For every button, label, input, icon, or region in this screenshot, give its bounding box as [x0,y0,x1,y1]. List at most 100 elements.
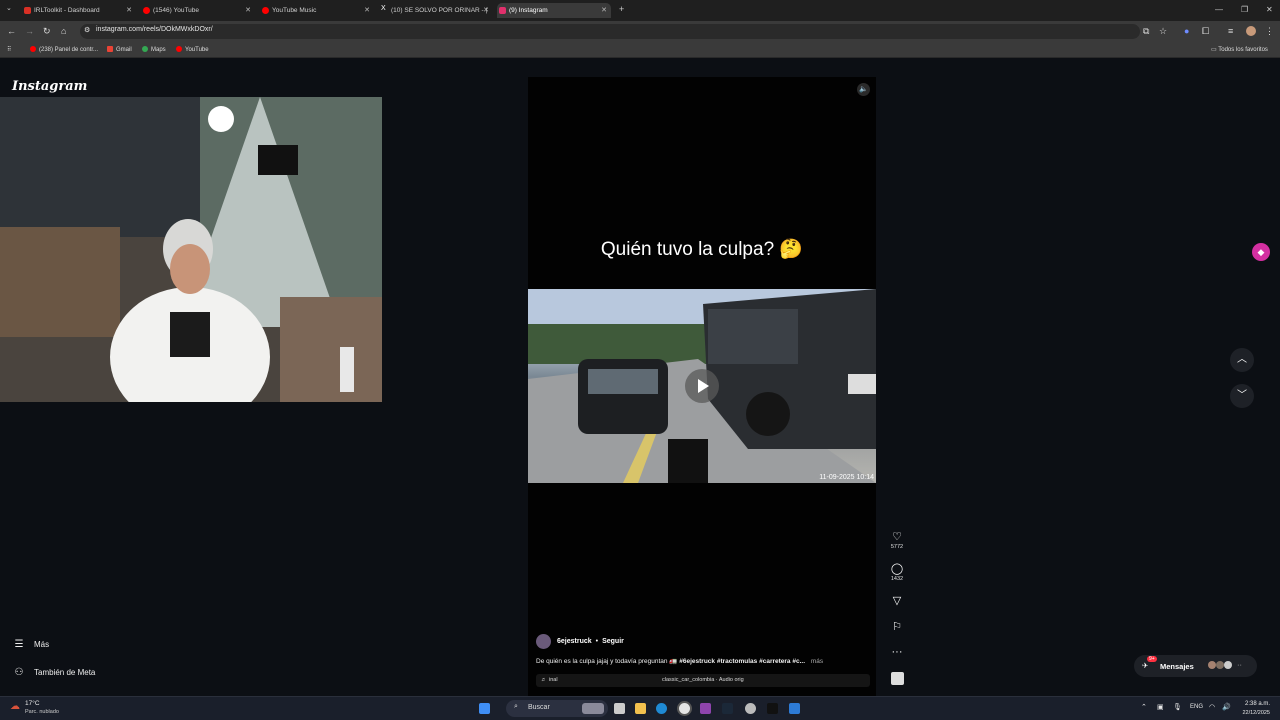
reload-icon[interactable]: ↻ [43,26,51,37]
weather-temp[interactable]: 17°C [25,700,40,707]
clock-time[interactable]: 2:38 a.m. [1238,701,1270,707]
volume-icon[interactable]: 🔊 [1222,703,1231,711]
reel-player[interactable]: 🔈 Quién tuvo la culpa? 🤔 11-09-2025 10:1… [528,77,876,696]
extension-icon[interactable]: ● [1184,26,1189,36]
mute-button[interactable]: 🔈 [857,83,870,96]
instagram-page: Instagram ☰ Más ⚇ También de Meta 🔈 Quié… [0,58,1280,696]
tab-search-icon[interactable]: ⌄ [6,4,12,12]
tab-instagram[interactable]: (9) Instagram ✕ [497,3,611,18]
avatar[interactable] [536,634,551,649]
cast-icon[interactable]: ⧉ [1143,26,1149,37]
weather-icon[interactable]: ☁ [10,701,20,712]
close-icon[interactable]: ✕ [601,6,607,14]
window-close-icon[interactable]: ✕ [1266,5,1273,14]
url-text[interactable]: instagram.com/reels/DOkMWxkDOxr/ [96,26,213,33]
chevron-up-icon[interactable]: ⌃ [1141,703,1147,711]
task-view-icon[interactable] [614,703,625,714]
audio-cover-icon [890,672,904,685]
tab-irltoolkit[interactable]: IRLToolkit - Dashboard ✕ [22,3,136,18]
play-button[interactable] [685,369,719,403]
weather-desc[interactable]: Parc. nublado [25,709,59,715]
comment-button[interactable]: ◯ 1432 [884,562,910,582]
edge-icon[interactable] [656,703,667,714]
file-explorer-icon[interactable] [635,703,646,714]
tab-title: (9) Instagram [509,7,548,14]
app-icon[interactable] [700,703,711,714]
close-icon[interactable]: ✕ [364,6,370,14]
share-button[interactable]: ▽ [884,594,910,607]
more-link[interactable]: más [811,658,823,665]
bookmark-icon: ⚐ [892,621,902,633]
extensions-puzzle-icon[interactable]: ⧠ [1202,26,1209,37]
search-label: Buscar [528,704,550,711]
like-button[interactable]: ♡ 5772 [884,530,910,550]
site-info-icon[interactable]: ⚙ [84,26,90,34]
tab-title: IRLToolkit - Dashboard [34,7,100,14]
next-reel-button[interactable]: ﹀ [1230,384,1254,408]
new-tab-button[interactable]: + [619,4,624,14]
bookmark-youtube[interactable]: YouTube [176,46,209,53]
steam-icon[interactable] [722,703,733,714]
options-button[interactable]: ··· [884,646,910,658]
instagram-logo[interactable]: Instagram [12,79,87,94]
follow-button[interactable]: Seguir [602,638,624,645]
hashtags[interactable]: #6ejestruck #tractomulas #carretera #c..… [679,658,805,665]
more-menu[interactable]: ☰ Más [12,639,50,650]
reel-video[interactable]: 11-09-2025 10:14 [528,289,876,483]
youtube-favicon-icon [143,7,150,14]
comment-count: 1432 [890,576,904,582]
also-from-meta[interactable]: ⚇ También de Meta [12,667,96,678]
search-highlight-icon [582,703,604,714]
close-icon[interactable]: ✕ [245,6,251,14]
tab-title: (10) SE SOLVO POR ORINAR - | [391,7,488,14]
chrome-icon[interactable] [679,703,690,714]
media-icon[interactable]: ≡ [1228,26,1233,36]
more-horizontal-icon: ·· [1237,660,1242,669]
forward-icon[interactable]: → [25,26,34,36]
youtube-icon [30,46,36,52]
speaker-icon: 🔈 [859,86,868,93]
microphone-icon[interactable]: 🎙 [1173,703,1182,711]
tab-youtube[interactable]: (1546) YouTube ✕ [141,3,255,18]
close-icon[interactable]: ✕ [126,6,132,14]
start-icon[interactable] [479,703,490,714]
wifi-icon[interactable]: ◠ [1209,703,1215,711]
hamburger-icon: ☰ [14,639,24,650]
back-icon[interactable]: ← [7,26,16,36]
bookmark-gmail[interactable]: Gmail [107,46,132,53]
previous-reel-button[interactable]: ︿ [1230,348,1254,372]
all-favorites[interactable]: ▭ Todos los favoritos [1211,46,1268,53]
tab-x[interactable]: X (10) SE SOLVO POR ORINAR - | ✕ [379,3,493,18]
url-bar[interactable]: ⚙ instagram.com/reels/DOkMWxkDOxr/ [80,24,1140,39]
audio-bar[interactable]: ♬ inal classic_car_colombia · Audio orig [536,674,870,687]
home-icon[interactable]: ⌂ [61,26,66,36]
language-indicator[interactable]: ENG [1190,704,1203,710]
restore-icon[interactable]: ❐ [1241,5,1248,14]
save-button[interactable]: ⚐ [884,620,910,633]
username[interactable]: 6ejestruck [557,638,592,645]
bookmarks-bar: ⠿ (238) Panel de contr... Gmail Maps You… [0,42,1280,58]
tray-app-icon[interactable]: ▣ [1157,703,1164,711]
audio-thumbnail[interactable] [884,672,910,688]
tiktok-icon[interactable] [767,703,778,714]
bookmark-star-icon[interactable]: ☆ [1159,26,1167,37]
minimize-icon[interactable]: — [1215,5,1223,14]
taskbar-search[interactable]: ⌕ Buscar [506,700,608,717]
profile-avatar[interactable] [1246,26,1256,36]
bookmark-maps[interactable]: Maps [142,46,166,53]
apps-grid-icon[interactable]: ⠿ [7,46,11,53]
floating-extension-icon[interactable]: ◆ [1252,243,1270,261]
obs-icon[interactable] [745,703,756,714]
like-count: 5772 [890,544,904,550]
meta-icon: ⚇ [14,667,24,678]
messages-button[interactable]: ✈ 9+ Mensajes ·· [1134,655,1257,677]
app-icon[interactable] [789,703,800,714]
clock-date[interactable]: 22/12/2025 [1238,710,1270,716]
webcam-image [0,97,382,402]
close-icon[interactable]: ✕ [483,6,489,14]
tab-youtube-music[interactable]: YouTube Music ✕ [260,3,374,18]
reel-description[interactable]: De quién es la culpa jajaj y todavía pre… [536,657,823,665]
menu-kebab-icon[interactable]: ⋮ [1265,26,1274,37]
avatar [1208,661,1216,669]
bookmark-panel[interactable]: (238) Panel de contr... [30,46,98,53]
